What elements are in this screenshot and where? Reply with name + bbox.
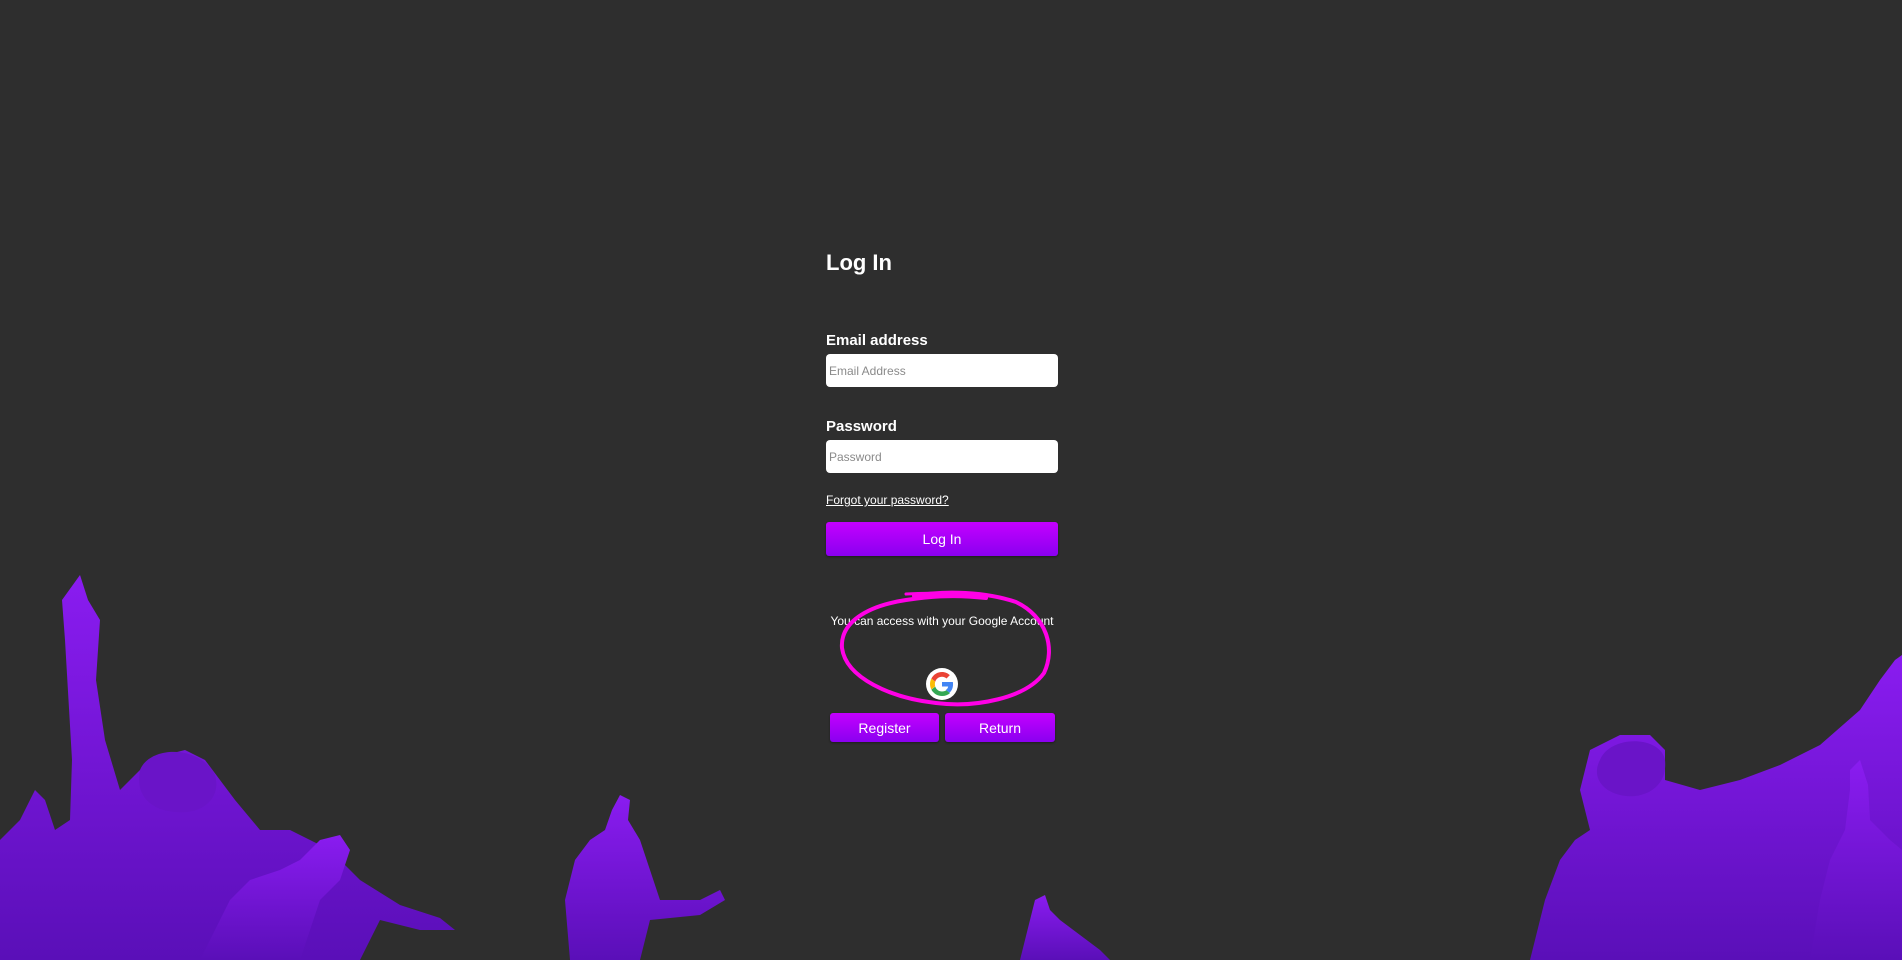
email-label: Email address	[826, 332, 928, 349]
register-button[interactable]: Register	[830, 713, 939, 742]
google-icon	[930, 672, 954, 696]
forgot-password-link[interactable]: Forgot your password?	[826, 493, 949, 507]
crowd-silhouette-background	[0, 575, 1902, 960]
login-page: Log In Email address Password Forgot you…	[0, 0, 1902, 960]
google-access-text: You can access with your Google Account	[830, 614, 1054, 628]
google-signin-button[interactable]	[926, 668, 958, 700]
password-label: Password	[826, 418, 897, 435]
return-button[interactable]: Return	[945, 713, 1055, 742]
login-form: Log In Email address Password Forgot you…	[826, 250, 1058, 742]
password-field[interactable]	[826, 440, 1058, 473]
email-field[interactable]	[826, 354, 1058, 387]
page-title: Log In	[826, 250, 892, 275]
login-button[interactable]: Log In	[826, 522, 1058, 556]
